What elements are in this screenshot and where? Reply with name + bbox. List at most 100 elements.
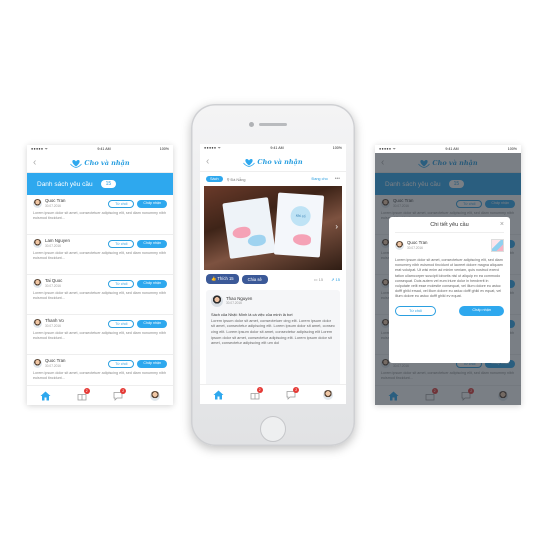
- post-actions: 👍 Thích 15 Chia sẻ ▭ 15 ⇗ 15: [200, 270, 346, 288]
- avatar: [395, 241, 404, 250]
- request-message: Lorem ipsum dolor sit amet, consectetuer…: [33, 291, 167, 300]
- list-item: Tai Quoc30.07.2016 Từ chốiChấp nhận Lore…: [27, 275, 173, 315]
- comment-count: 15: [318, 276, 324, 282]
- category-chip[interactable]: Sách: [206, 176, 223, 182]
- front-camera: [249, 122, 254, 127]
- tab-profile[interactable]: [149, 390, 161, 402]
- list-item: Lam Nguyen30.07.2016 Từ chốiChấp nhận Lo…: [27, 235, 173, 275]
- tab-gifts[interactable]: 2: [76, 387, 90, 402]
- avatar: [33, 359, 42, 368]
- accept-button[interactable]: Chấp nhận: [137, 199, 167, 208]
- avatar[interactable]: [211, 295, 223, 307]
- accept-button[interactable]: Chấp nhận: [137, 319, 167, 328]
- bottom-tab-bar: 2 2: [200, 384, 346, 404]
- tab-home[interactable]: [39, 390, 51, 402]
- location-label: ⚲ Đà Nẵng: [227, 177, 246, 182]
- accept-button[interactable]: Chấp nhận: [137, 359, 167, 368]
- list-title-bar: Danh sách yêu cầu 15: [27, 173, 173, 195]
- item-thumbnail[interactable]: [491, 239, 504, 252]
- signal-indicator: ●●●●● ᯤ: [379, 146, 397, 151]
- status-time: 9:41 AM: [270, 146, 284, 150]
- home-button[interactable]: [260, 416, 286, 442]
- request-message: Lorem ipsum dolor sit amet, consectetuer…: [33, 371, 167, 380]
- avatar: [33, 199, 42, 208]
- avatar: [33, 319, 42, 328]
- post-photo[interactable]: Khi cá ›: [204, 186, 342, 270]
- request-message: Lorem ipsum dolor sit amet, consectetuer…: [33, 211, 167, 220]
- battery-level: 100%: [332, 146, 342, 150]
- battery-level: 100%: [159, 147, 169, 151]
- logo-text: Cho và nhận: [84, 158, 130, 167]
- request-message: Lorem ipsum dolor sit amet, consectetuer…: [33, 331, 167, 340]
- list-title: Danh sách yêu cầu: [37, 180, 93, 188]
- earpiece-speaker: [259, 123, 287, 126]
- share-button[interactable]: Chia sẻ: [241, 274, 268, 284]
- app-logo: Cho và nhận: [243, 157, 303, 167]
- more-dots-icon[interactable]: •••: [335, 176, 340, 182]
- decline-button[interactable]: Từ chối: [108, 199, 135, 208]
- next-photo-chevron-icon[interactable]: ›: [335, 222, 338, 231]
- decline-button[interactable]: Từ chối: [108, 279, 135, 288]
- hands-heart-icon: [243, 158, 256, 167]
- accept-button[interactable]: Chấp nhận: [459, 306, 504, 317]
- notification-badge: 2: [293, 386, 300, 393]
- post-meta-bar: Sách ⚲ Đà Nẵng Đang cho •••: [200, 172, 346, 186]
- list-item: Thanh Vo30.07.2016 Từ chốiChấp nhận Lore…: [27, 315, 173, 355]
- tab-profile[interactable]: [322, 389, 334, 401]
- request-message: Lorem ipsum dolor sit amet, consectetuer…: [33, 251, 167, 260]
- share-stat[interactable]: ⇗ 15: [331, 277, 340, 282]
- avatar: [33, 239, 42, 248]
- request-list: Quoc Tran30.07.2016 Từ chốiChấp nhận Lor…: [27, 195, 173, 395]
- profile-avatar-icon: [149, 390, 160, 401]
- modal-title: Chi tiết yêu cầu: [430, 222, 469, 228]
- status-bar: ●●●●● ᯤ 9:41 AM 100%: [200, 144, 346, 152]
- request-count-badge: 15: [100, 180, 117, 188]
- post-body: Sách của Nhật: Mình là cá việc của mình …: [211, 312, 335, 346]
- close-icon[interactable]: ×: [500, 221, 504, 228]
- back-chevron-icon[interactable]: ‹: [206, 156, 209, 167]
- notification-badge: 2: [120, 387, 127, 394]
- bottom-tab-bar: 2 2: [27, 385, 173, 405]
- post-body-text: Lorem ipsum dolor sit amet, consectetuer…: [211, 317, 335, 346]
- post-status: Đang cho: [311, 177, 328, 181]
- share-count: 15: [335, 276, 340, 282]
- post-detail-screen: ●●●●● ᯤ 9:41 AM 100% ‹ Cho và nhận Sách …: [200, 144, 346, 404]
- post-stats: ▭ 15 ⇗ 15: [314, 277, 340, 282]
- like-button[interactable]: 👍 Thích 15: [206, 274, 239, 284]
- signal-indicator: ●●●●● ᯤ: [204, 145, 222, 150]
- tab-messages[interactable]: 2: [285, 386, 300, 401]
- request-date: 30.07.2016: [45, 363, 61, 368]
- comment-stat[interactable]: ▭ 15: [314, 277, 323, 282]
- request-date: 30.07.2016: [45, 243, 61, 248]
- list-item: Quoc Tran30.07.2016 Từ chốiChấp nhận Lor…: [27, 195, 173, 235]
- book-cover-left: [222, 197, 276, 259]
- avatar: [33, 279, 42, 288]
- post-lead: Sách của Nhật: Mình là cá việc của mình …: [211, 312, 293, 317]
- modal-message: Lorem ipsum dolor sit amet, consectetuer…: [395, 258, 503, 299]
- decline-button[interactable]: Từ chối: [108, 359, 135, 368]
- request-date: 30.07.2016: [45, 323, 61, 328]
- notification-badge: 2: [83, 387, 90, 394]
- accept-button[interactable]: Chấp nhận: [137, 239, 167, 248]
- app-logo: Cho và nhận: [70, 158, 130, 168]
- accept-button[interactable]: Chấp nhận: [137, 279, 167, 288]
- tab-gifts[interactable]: 2: [249, 386, 263, 401]
- thumbs-up-icon: 👍: [211, 276, 217, 281]
- decline-button[interactable]: Từ chối: [108, 319, 135, 328]
- request-list-screen: ●●●●● ᯤ 9:41 AM 100% ‹ Cho và nhận Danh …: [27, 145, 173, 405]
- app-header: ‹ Cho và nhận: [27, 153, 173, 173]
- status-time: 9:41 AM: [445, 147, 459, 151]
- modal-requester: Quoc Tran 30.07.2016: [395, 239, 504, 252]
- tab-messages[interactable]: 2: [112, 387, 127, 402]
- back-chevron-icon[interactable]: ‹: [33, 157, 36, 168]
- app-header: ‹ Cho và nhận: [200, 152, 346, 172]
- hands-heart-icon: [70, 159, 83, 168]
- request-detail-modal: Chi tiết yêu cầu × Quoc Tran 30.07.2016 L…: [389, 217, 510, 363]
- status-bar: ●●●●● ᯤ 9:41 AM 100%: [375, 145, 521, 153]
- request-date: 30.07.2016: [45, 203, 61, 208]
- modal-title-bar: Chi tiết yêu cầu ×: [395, 221, 504, 233]
- decline-button[interactable]: Từ chối: [395, 306, 436, 317]
- decline-button[interactable]: Từ chối: [108, 239, 135, 248]
- tab-home[interactable]: [212, 389, 224, 401]
- modal-actions: Từ chối Chấp nhận: [395, 306, 504, 317]
